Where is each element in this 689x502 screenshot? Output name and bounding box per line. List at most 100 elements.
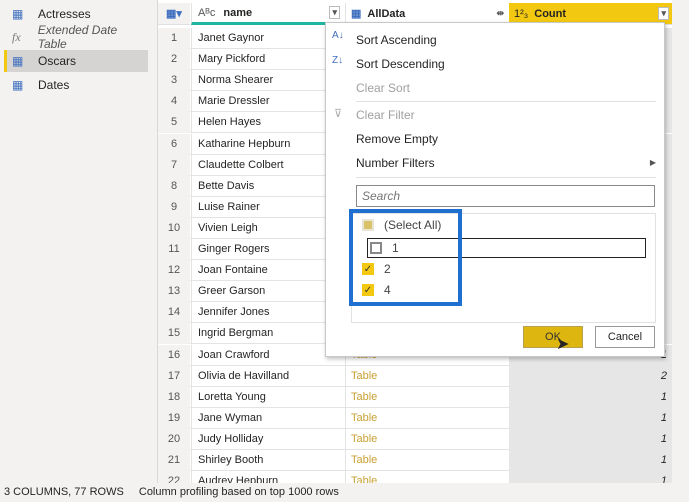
status-bar: 3 COLUMNS, 77 ROWS Column profiling base… xyxy=(0,483,689,502)
column-alldata-label: AllData xyxy=(367,7,406,20)
name-cell: Marie Dressler xyxy=(191,91,344,113)
column-row-count: 3 COLUMNS, 77 ROWS xyxy=(4,486,124,498)
name-cell: Claudette Colbert xyxy=(191,154,344,176)
text-type-icon: Aᴮᴄ xyxy=(198,6,216,19)
row-number: 6 xyxy=(158,133,190,155)
table-icon: ▦ xyxy=(12,78,24,92)
expand-icon[interactable]: ⇹ xyxy=(496,8,504,19)
sort-ascending-item[interactable]: Sort Ascending xyxy=(356,33,437,47)
alldata-cell[interactable]: Table xyxy=(345,471,508,483)
ok-button[interactable]: OK xyxy=(523,326,583,348)
query-label: Dates xyxy=(38,78,70,92)
row-number: 7 xyxy=(158,154,190,176)
row-number: 3 xyxy=(158,70,190,92)
name-cell: Helen Hayes xyxy=(191,112,344,134)
count-cell: 1 xyxy=(509,407,672,429)
submenu-arrow-icon: ▶ xyxy=(649,158,656,167)
query-actresses[interactable]: ▦ Actresses xyxy=(4,3,148,25)
clear-filter-icon: ⊽ xyxy=(334,108,343,120)
table-menu-button[interactable]: ▦▾ xyxy=(158,3,190,25)
name-filter-dropdown[interactable]: ▾ xyxy=(329,6,340,19)
filter-dropdown-menu: A↓ Sort Ascending Z↓ Sort Descending Cle… xyxy=(325,22,665,357)
divider xyxy=(356,177,656,178)
name-cell: Norma Shearer xyxy=(191,70,344,92)
name-cell: Audrey Hepburn xyxy=(191,471,344,483)
number-type-icon: 1²₃ xyxy=(514,7,529,20)
name-cell: Bette Davis xyxy=(191,175,344,197)
row-number: 5 xyxy=(158,112,190,134)
sort-descending-item[interactable]: Sort Descending xyxy=(356,57,445,71)
query-label: Actresses xyxy=(38,7,91,21)
name-cell: Vivien Leigh xyxy=(191,217,344,239)
row-number: 4 xyxy=(158,91,190,113)
row-number: 22 xyxy=(158,471,190,483)
name-cell: Katharine Hepburn xyxy=(191,133,344,155)
count-cell: 1 xyxy=(509,471,672,483)
name-cell: Luise Rainer xyxy=(191,196,344,218)
table-row: 22 Audrey Hepburn Table 1 xyxy=(158,471,672,483)
row-number: 14 xyxy=(158,302,190,324)
row-number: 19 xyxy=(158,407,190,429)
row-number: 21 xyxy=(158,450,190,471)
query-label: Extended Date Table xyxy=(37,23,118,51)
query-oscars[interactable]: ▦ Oscars xyxy=(4,50,148,72)
number-filters-item[interactable]: Number Filters xyxy=(356,156,435,170)
row-number: 13 xyxy=(158,281,190,303)
row-number: 17 xyxy=(158,365,190,387)
profiling-status: Column profiling based on top 1000 rows xyxy=(138,486,339,498)
count-filter-dropdown[interactable]: ▾ xyxy=(658,7,669,20)
fx-icon: fx xyxy=(12,29,21,44)
name-cell: Joan Fontaine xyxy=(191,260,344,282)
table-row: 20 Judy Holliday Table 1 xyxy=(158,428,672,450)
row-number: 9 xyxy=(158,196,190,218)
row-number: 20 xyxy=(158,428,190,450)
name-cell: Ingrid Bergman xyxy=(191,323,344,345)
alldata-cell[interactable]: Table xyxy=(345,407,508,429)
column-name-label: name xyxy=(223,6,253,19)
alldata-cell[interactable]: Table xyxy=(345,428,508,450)
name-cell: Jane Wyman xyxy=(191,407,344,429)
table-icon: ▦ xyxy=(12,54,24,68)
row-number: 18 xyxy=(158,386,190,408)
name-cell: Ginger Rogers xyxy=(191,239,344,260)
query-dates[interactable]: ▦ Dates xyxy=(4,74,148,96)
remove-empty-item[interactable]: Remove Empty xyxy=(356,132,438,146)
name-cell: Joan Crawford xyxy=(191,344,344,366)
queries-pane: ▦ Actresses fx Extended Date Table ▦ Oscars… xyxy=(0,0,156,483)
name-cell: Mary Pickford xyxy=(191,49,344,71)
query-label: Oscars xyxy=(38,54,77,68)
row-number: 11 xyxy=(158,239,190,260)
cancel-button[interactable]: Cancel xyxy=(595,326,655,348)
table-row: 17 Olivia de Havilland Table 2 xyxy=(158,365,672,387)
mouse-cursor-icon: ➤ xyxy=(556,336,570,353)
row-number: 15 xyxy=(158,323,190,345)
column-count-label: Count xyxy=(534,7,567,20)
alldata-cell[interactable]: Table xyxy=(345,386,508,408)
query-extended-date-table[interactable]: fx Extended Date Table xyxy=(4,23,148,51)
row-number: 16 xyxy=(158,344,190,366)
name-cell: Jennifer Jones xyxy=(191,302,344,324)
column-header-name[interactable]: Aᴮᴄ name ▾ xyxy=(191,3,344,25)
search-input[interactable] xyxy=(356,185,655,207)
count-cell: 1 xyxy=(509,450,672,471)
alldata-cell[interactable]: Table xyxy=(345,450,508,471)
name-cell: Loretta Young xyxy=(191,386,344,408)
sort-ascending-icon: A↓ xyxy=(332,30,344,41)
highlight-annotation xyxy=(349,209,462,306)
table-icon: ▦ xyxy=(12,7,24,21)
table-row: 21 Shirley Booth Table 1 xyxy=(158,450,672,471)
name-cell: Shirley Booth xyxy=(191,450,344,471)
row-number: 10 xyxy=(158,217,190,239)
row-number: 2 xyxy=(158,49,190,71)
name-cell: Janet Gaynor xyxy=(191,28,344,49)
table-row: 18 Loretta Young Table 1 xyxy=(158,386,672,408)
name-cell: Judy Holliday xyxy=(191,428,344,450)
row-number: 12 xyxy=(158,260,190,282)
count-cell: 1 xyxy=(509,386,672,408)
row-number: 1 xyxy=(158,28,190,49)
sort-descending-icon: Z↓ xyxy=(332,55,344,66)
clear-filter-item: Clear Filter xyxy=(356,108,415,122)
count-cell: 1 xyxy=(509,428,672,450)
name-cell: Olivia de Havilland xyxy=(191,365,344,387)
alldata-cell[interactable]: Table xyxy=(345,365,508,387)
